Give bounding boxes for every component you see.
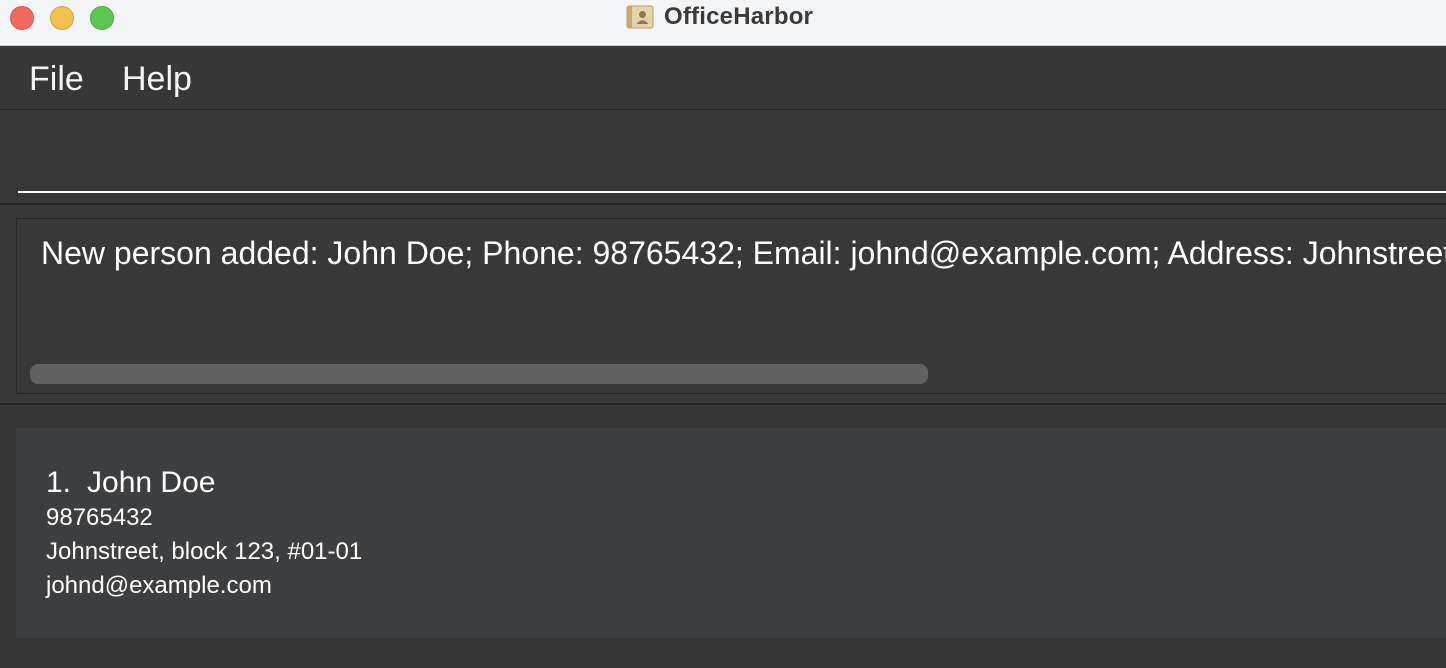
command-box-panel xyxy=(0,111,1446,205)
horizontal-scrollbar[interactable] xyxy=(30,364,928,384)
person-name-row: 1. John Doe xyxy=(46,464,215,502)
person-phone: 98765432 xyxy=(46,504,153,531)
result-display-panel: New person added: John Doe; Phone: 98765… xyxy=(0,207,1446,405)
result-message: New person added: John Doe; Phone: 98765… xyxy=(41,235,1446,271)
window-title: OfficeHarbor xyxy=(664,3,814,30)
person-index: 1. xyxy=(46,466,72,499)
minimize-window-button[interactable] xyxy=(50,6,74,30)
person-name: John Doe xyxy=(87,466,216,499)
person-card[interactable]: 1. John Doe 98765432 Johnstreet, block 12… xyxy=(16,428,1446,638)
window-titlebar: OfficeHarbor xyxy=(0,0,1446,46)
result-display-box[interactable]: New person added: John Doe; Phone: 98765… xyxy=(16,218,1446,394)
window-title-group: OfficeHarbor xyxy=(626,0,813,34)
person-list-panel: 1. John Doe 98765432 Johnstreet, block 12… xyxy=(0,407,1446,668)
maximize-window-button[interactable] xyxy=(90,6,114,30)
menu-help[interactable]: Help xyxy=(122,57,192,101)
person-email: johnd@example.com xyxy=(46,572,272,599)
menu-file[interactable]: File xyxy=(29,57,84,101)
contacts-book-icon xyxy=(626,5,654,29)
person-address: Johnstreet, block 123, #01-01 xyxy=(46,538,363,565)
close-window-button[interactable] xyxy=(10,6,34,30)
command-input[interactable] xyxy=(18,133,1446,193)
menu-bar: File Help xyxy=(0,47,1446,110)
